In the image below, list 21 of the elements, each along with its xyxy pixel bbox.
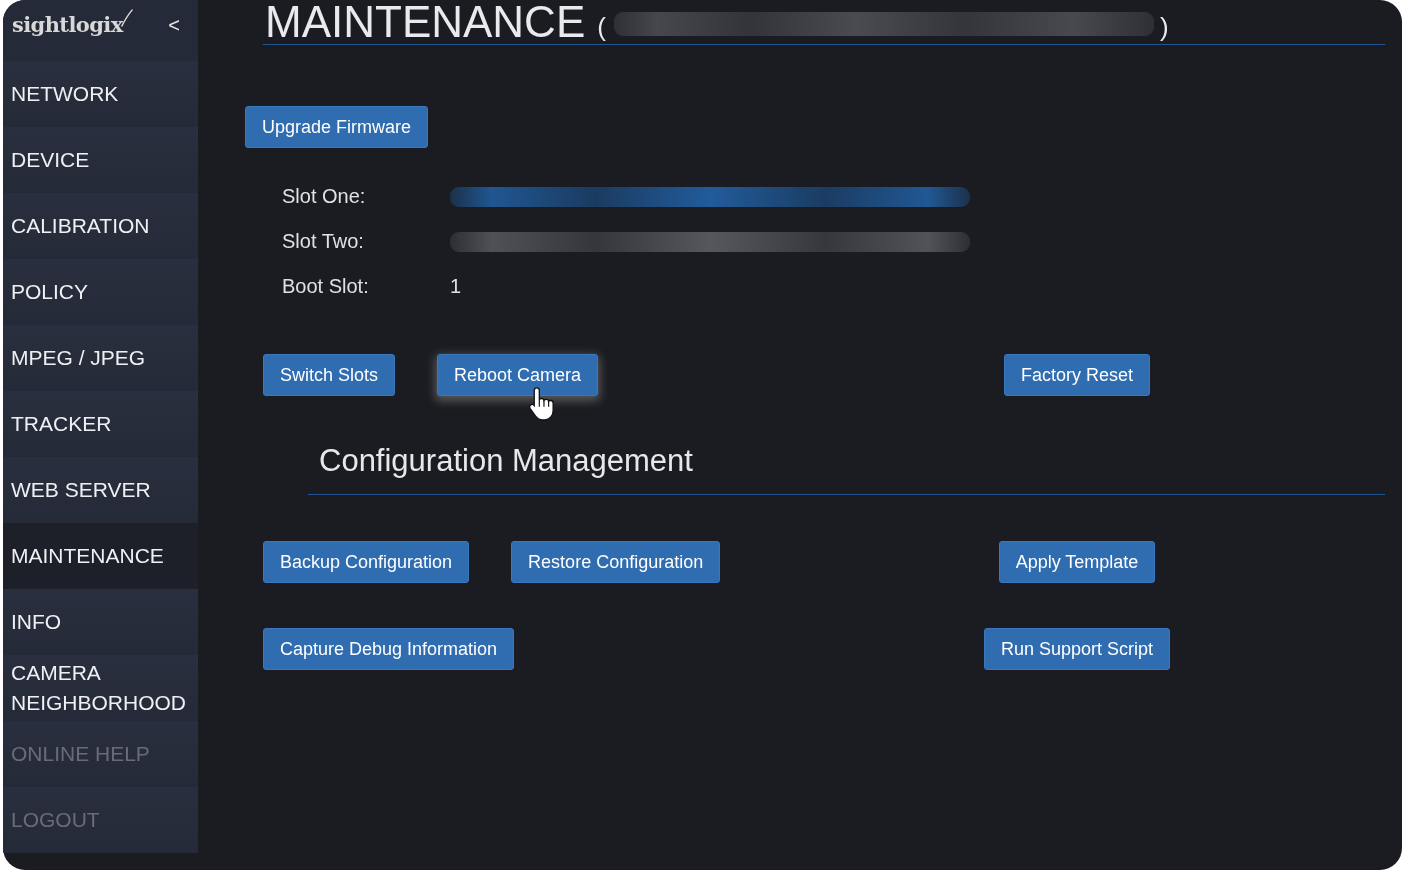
sidebar-item[interactable]: MAINTENANCE — [3, 523, 198, 589]
section-heading: Configuration Management — [319, 443, 693, 478]
action-button[interactable]: Apply Template — [998, 541, 1156, 583]
slot-label: Boot Slot: — [282, 275, 370, 298]
action-button[interactable]: Restore Configuration — [511, 541, 721, 583]
action-button[interactable]: Backup Configuration — [263, 541, 470, 583]
action-button[interactable]: Switch Slots — [263, 354, 396, 396]
page-title: MAINTENANCE — [265, 0, 586, 44]
action-button[interactable]: Reboot Camera — [437, 354, 599, 396]
collapse-button[interactable]: < — [168, 12, 180, 38]
action-button[interactable]: Capture Debug Information — [263, 628, 515, 670]
slot-label: Slot Two: — [282, 230, 365, 253]
action-button[interactable]: Run Support Script — [983, 628, 1171, 670]
pointer-hand-icon — [529, 387, 555, 421]
logo-text: sightlogix — [12, 12, 123, 38]
action-button[interactable]: Factory Reset — [1003, 354, 1150, 396]
parenthesis: ) — [1159, 12, 1169, 42]
slot-value: 1 — [450, 275, 462, 298]
upgrade-firmware-button[interactable]: Upgrade Firmware — [245, 106, 429, 148]
parenthesis: ( — [597, 12, 606, 42]
slot-label: Slot One: — [282, 185, 367, 208]
